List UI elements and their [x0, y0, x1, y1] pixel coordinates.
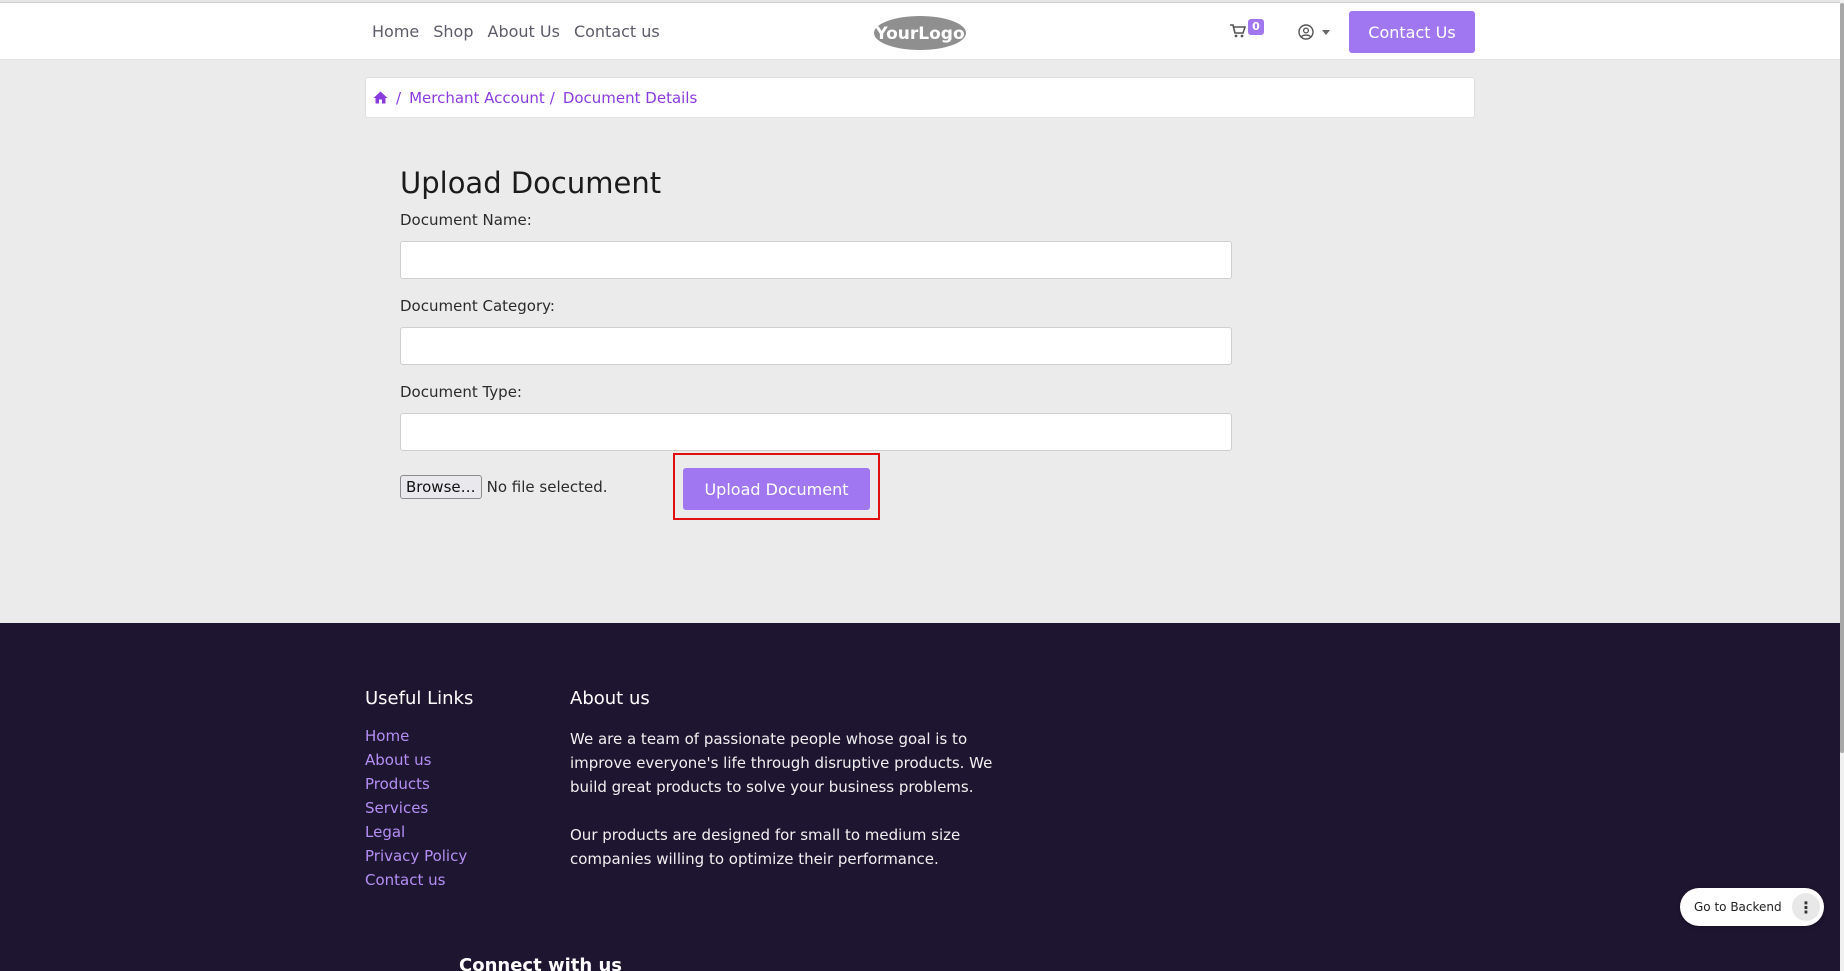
breadcrumb-separator: / — [549, 88, 555, 107]
nav-about-us[interactable]: About Us — [488, 22, 560, 41]
home-icon[interactable] — [373, 91, 388, 104]
site-footer: Useful Links Home About us Products Serv… — [0, 623, 1840, 971]
user-circle-icon — [1298, 24, 1314, 40]
cart-link[interactable]: 0 — [1230, 19, 1270, 47]
about-paragraph-2: Our products are designed for small to m… — [570, 826, 961, 868]
useful-links-list: Home About us Products Services Legal Pr… — [365, 727, 467, 895]
document-type-label: Document Type: — [400, 383, 522, 401]
connect-heading: Connect with us — [459, 955, 622, 971]
site-header: Home Shop About Us Contact us YourLogo 0… — [0, 3, 1840, 60]
go-to-backend-button[interactable]: Go to Backend ⋮ — [1680, 888, 1824, 926]
nav-shop[interactable]: Shop — [433, 22, 473, 41]
document-name-label: Document Name: — [400, 211, 532, 229]
footer-link-services[interactable]: Services — [365, 799, 428, 817]
about-us-text: We are a team of passionate people whose… — [570, 727, 1010, 871]
document-category-input[interactable] — [400, 327, 1232, 365]
breadcrumb-merchant-account[interactable]: Merchant Account — [409, 89, 545, 107]
browse-button[interactable]: Browse… — [400, 475, 482, 499]
cart-count-badge: 0 — [1248, 19, 1264, 35]
breadcrumb: / Merchant Account / Document Details — [365, 77, 1475, 118]
about-paragraph-1: We are a team of passionate people whose… — [570, 730, 993, 796]
nav-contact-us[interactable]: Contact us — [574, 22, 660, 41]
footer-link-contact-us[interactable]: Contact us — [365, 871, 445, 889]
about-us-heading: About us — [570, 688, 650, 709]
main-nav: Home Shop About Us Contact us — [372, 22, 660, 41]
footer-link-legal[interactable]: Legal — [365, 823, 405, 841]
logo-text: YourLogo — [874, 24, 964, 44]
cart-icon — [1230, 24, 1247, 38]
user-menu-toggle[interactable] — [1298, 24, 1330, 40]
breadcrumb-document-details[interactable]: Document Details — [563, 89, 697, 107]
document-category-label: Document Category: — [400, 297, 555, 315]
file-status-text: No file selected. — [486, 478, 608, 496]
document-type-input[interactable] — [400, 413, 1232, 451]
footer-link-privacy-policy[interactable]: Privacy Policy — [365, 847, 467, 865]
go-to-backend-label: Go to Backend — [1694, 900, 1782, 914]
breadcrumb-separator: / — [396, 88, 402, 107]
page-scrollbar[interactable] — [1840, 0, 1844, 971]
page-title: Upload Document — [400, 166, 662, 200]
more-options-icon[interactable]: ⋮ — [1792, 893, 1820, 921]
chevron-down-icon — [1322, 29, 1330, 35]
nav-home[interactable]: Home — [372, 22, 419, 41]
useful-links-heading: Useful Links — [365, 688, 474, 709]
document-name-input[interactable] — [400, 241, 1232, 279]
footer-link-about-us[interactable]: About us — [365, 751, 431, 769]
scrollbar-thumb[interactable] — [1840, 3, 1844, 753]
footer-link-home[interactable]: Home — [365, 727, 409, 745]
file-picker: Browse… No file selected. — [400, 475, 608, 499]
site-logo[interactable]: YourLogo — [872, 14, 968, 52]
upload-document-button[interactable]: Upload Document — [683, 468, 870, 510]
footer-link-products[interactable]: Products — [365, 775, 430, 793]
header-contact-button[interactable]: Contact Us — [1349, 11, 1475, 53]
